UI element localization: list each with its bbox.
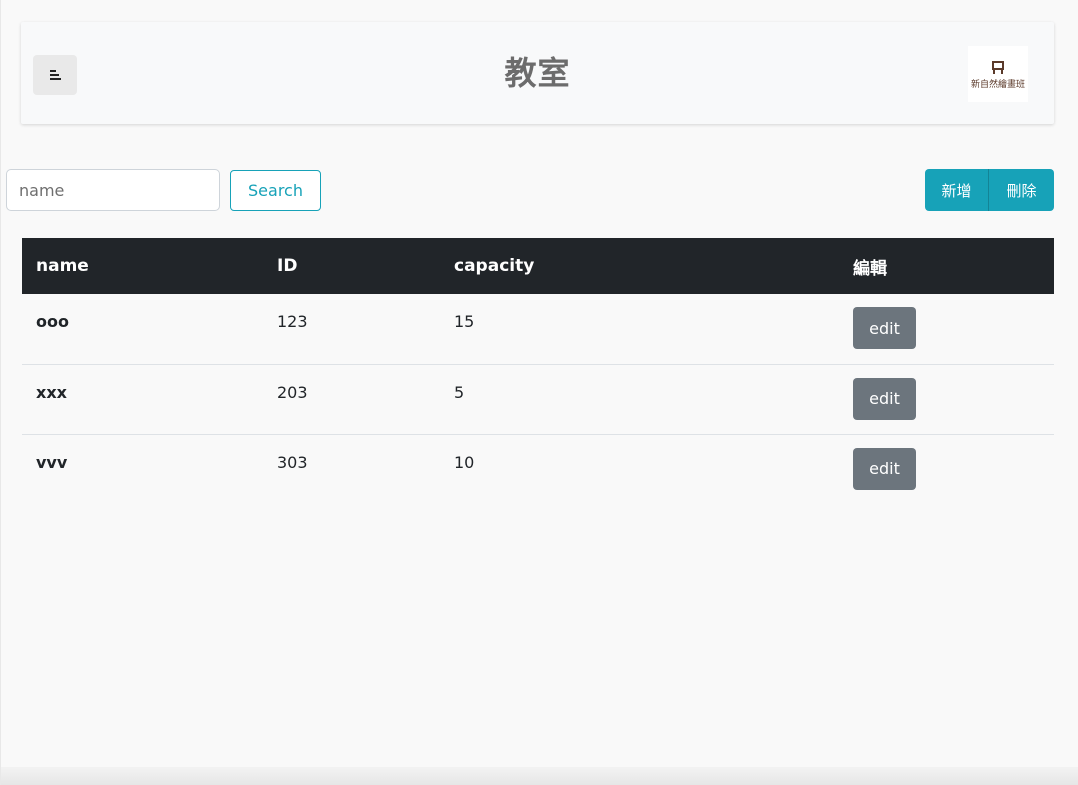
- cell-id: 203: [277, 382, 308, 402]
- table-row: xxx 203 5 edit: [22, 364, 1054, 434]
- edit-button[interactable]: edit: [853, 447, 916, 490]
- logo: 新自然繪畫班: [968, 46, 1028, 102]
- column-header-id: ID: [277, 256, 298, 276]
- cell-capacity: 10: [454, 452, 475, 472]
- edit-button[interactable]: edit: [853, 307, 916, 349]
- logo-icon: [992, 60, 1004, 74]
- add-button[interactable]: 新增: [925, 169, 989, 211]
- search-button[interactable]: Search: [230, 170, 321, 211]
- search-input[interactable]: [6, 169, 220, 211]
- column-header-name: name: [36, 256, 89, 276]
- edit-button[interactable]: edit: [853, 377, 916, 420]
- table-row: ooo 123 15 edit: [22, 294, 1054, 364]
- page: 教室 新自然繪畫班 Search 新增 刪除 name ID capacity …: [0, 0, 1078, 785]
- cell-id: 123: [277, 312, 308, 331]
- table-header-row: name ID capacity 編輯: [22, 238, 1054, 294]
- table-row: vvv 303 10 edit: [22, 434, 1054, 504]
- cell-capacity: 15: [454, 312, 475, 331]
- column-header-capacity: capacity: [454, 256, 535, 276]
- cell-capacity: 5: [454, 382, 465, 402]
- cell-edit: edit: [839, 294, 1054, 364]
- cell-edit: edit: [839, 434, 1054, 504]
- cell-name: xxx: [36, 382, 67, 402]
- logo-text: 新自然繪畫班: [970, 79, 1025, 90]
- cell-name: vvv: [36, 452, 68, 472]
- classroom-table: name ID capacity 編輯 ooo 123 15 edit xxx …: [22, 238, 1054, 504]
- delete-button[interactable]: 刪除: [989, 169, 1054, 211]
- cell-id: 303: [277, 452, 308, 472]
- cell-edit: edit: [839, 364, 1054, 434]
- page-title: 教室: [504, 54, 571, 92]
- action-button-group: 新增 刪除: [925, 169, 1054, 211]
- top-navbar: 教室 新自然繪畫班: [21, 22, 1054, 124]
- bottom-edge: [1, 767, 1078, 785]
- cell-name: ooo: [36, 312, 69, 331]
- column-header-edit: 編輯: [853, 258, 887, 279]
